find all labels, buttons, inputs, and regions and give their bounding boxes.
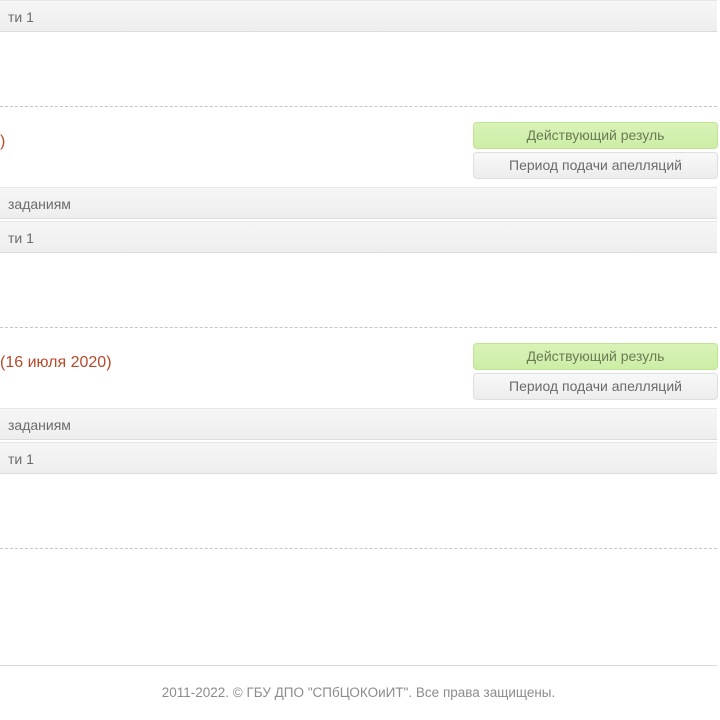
row-label: ти 1 (8, 451, 34, 467)
section-date-heading: ) (0, 133, 5, 151)
list-row[interactable]: заданиям (0, 187, 717, 219)
section-divider (0, 548, 717, 549)
section-divider (0, 106, 717, 107)
status-badge-active: Действующий резуль (473, 343, 718, 370)
list-row[interactable]: заданиям (0, 408, 717, 440)
status-badge-appeal: Период подачи апелляций (473, 152, 718, 179)
list-row[interactable]: ти 1 (0, 442, 717, 474)
row-label: заданиям (8, 417, 71, 433)
status-badge-appeal: Период подачи апелляций (473, 373, 718, 400)
status-stack: Действующий резуль Период подачи апелляц… (473, 343, 718, 400)
page-root: ти 1 ) Действующий резуль Период подачи … (0, 0, 720, 720)
status-stack: Действующий резуль Период подачи апелляц… (473, 122, 718, 179)
list-row[interactable]: ти 1 (0, 0, 717, 32)
section-divider (0, 327, 717, 328)
section-date-heading: (16 июля 2020) (0, 354, 112, 372)
row-label: ти 1 (8, 9, 34, 25)
footer-copyright-text: 2011-2022. © ГБУ ДПО "СПбЦОКОиИТ". Все п… (162, 685, 556, 700)
status-badge-text: Период подачи апелляций (509, 378, 682, 394)
footer-copyright: 2011-2022. © ГБУ ДПО "СПбЦОКОиИТ". Все п… (0, 685, 717, 700)
date-heading-text: (16 июля 2020) (0, 354, 112, 371)
row-label: ти 1 (8, 230, 34, 246)
list-row[interactable]: ти 1 (0, 221, 717, 253)
status-badge-text: Действующий резуль (527, 348, 665, 364)
date-heading-text: ) (0, 133, 5, 150)
status-badge-text: Период подачи апелляций (509, 157, 682, 173)
status-badge-text: Действующий резуль (527, 127, 665, 143)
row-label: заданиям (8, 196, 71, 212)
status-badge-active: Действующий резуль (473, 122, 718, 149)
footer-divider (0, 665, 717, 666)
